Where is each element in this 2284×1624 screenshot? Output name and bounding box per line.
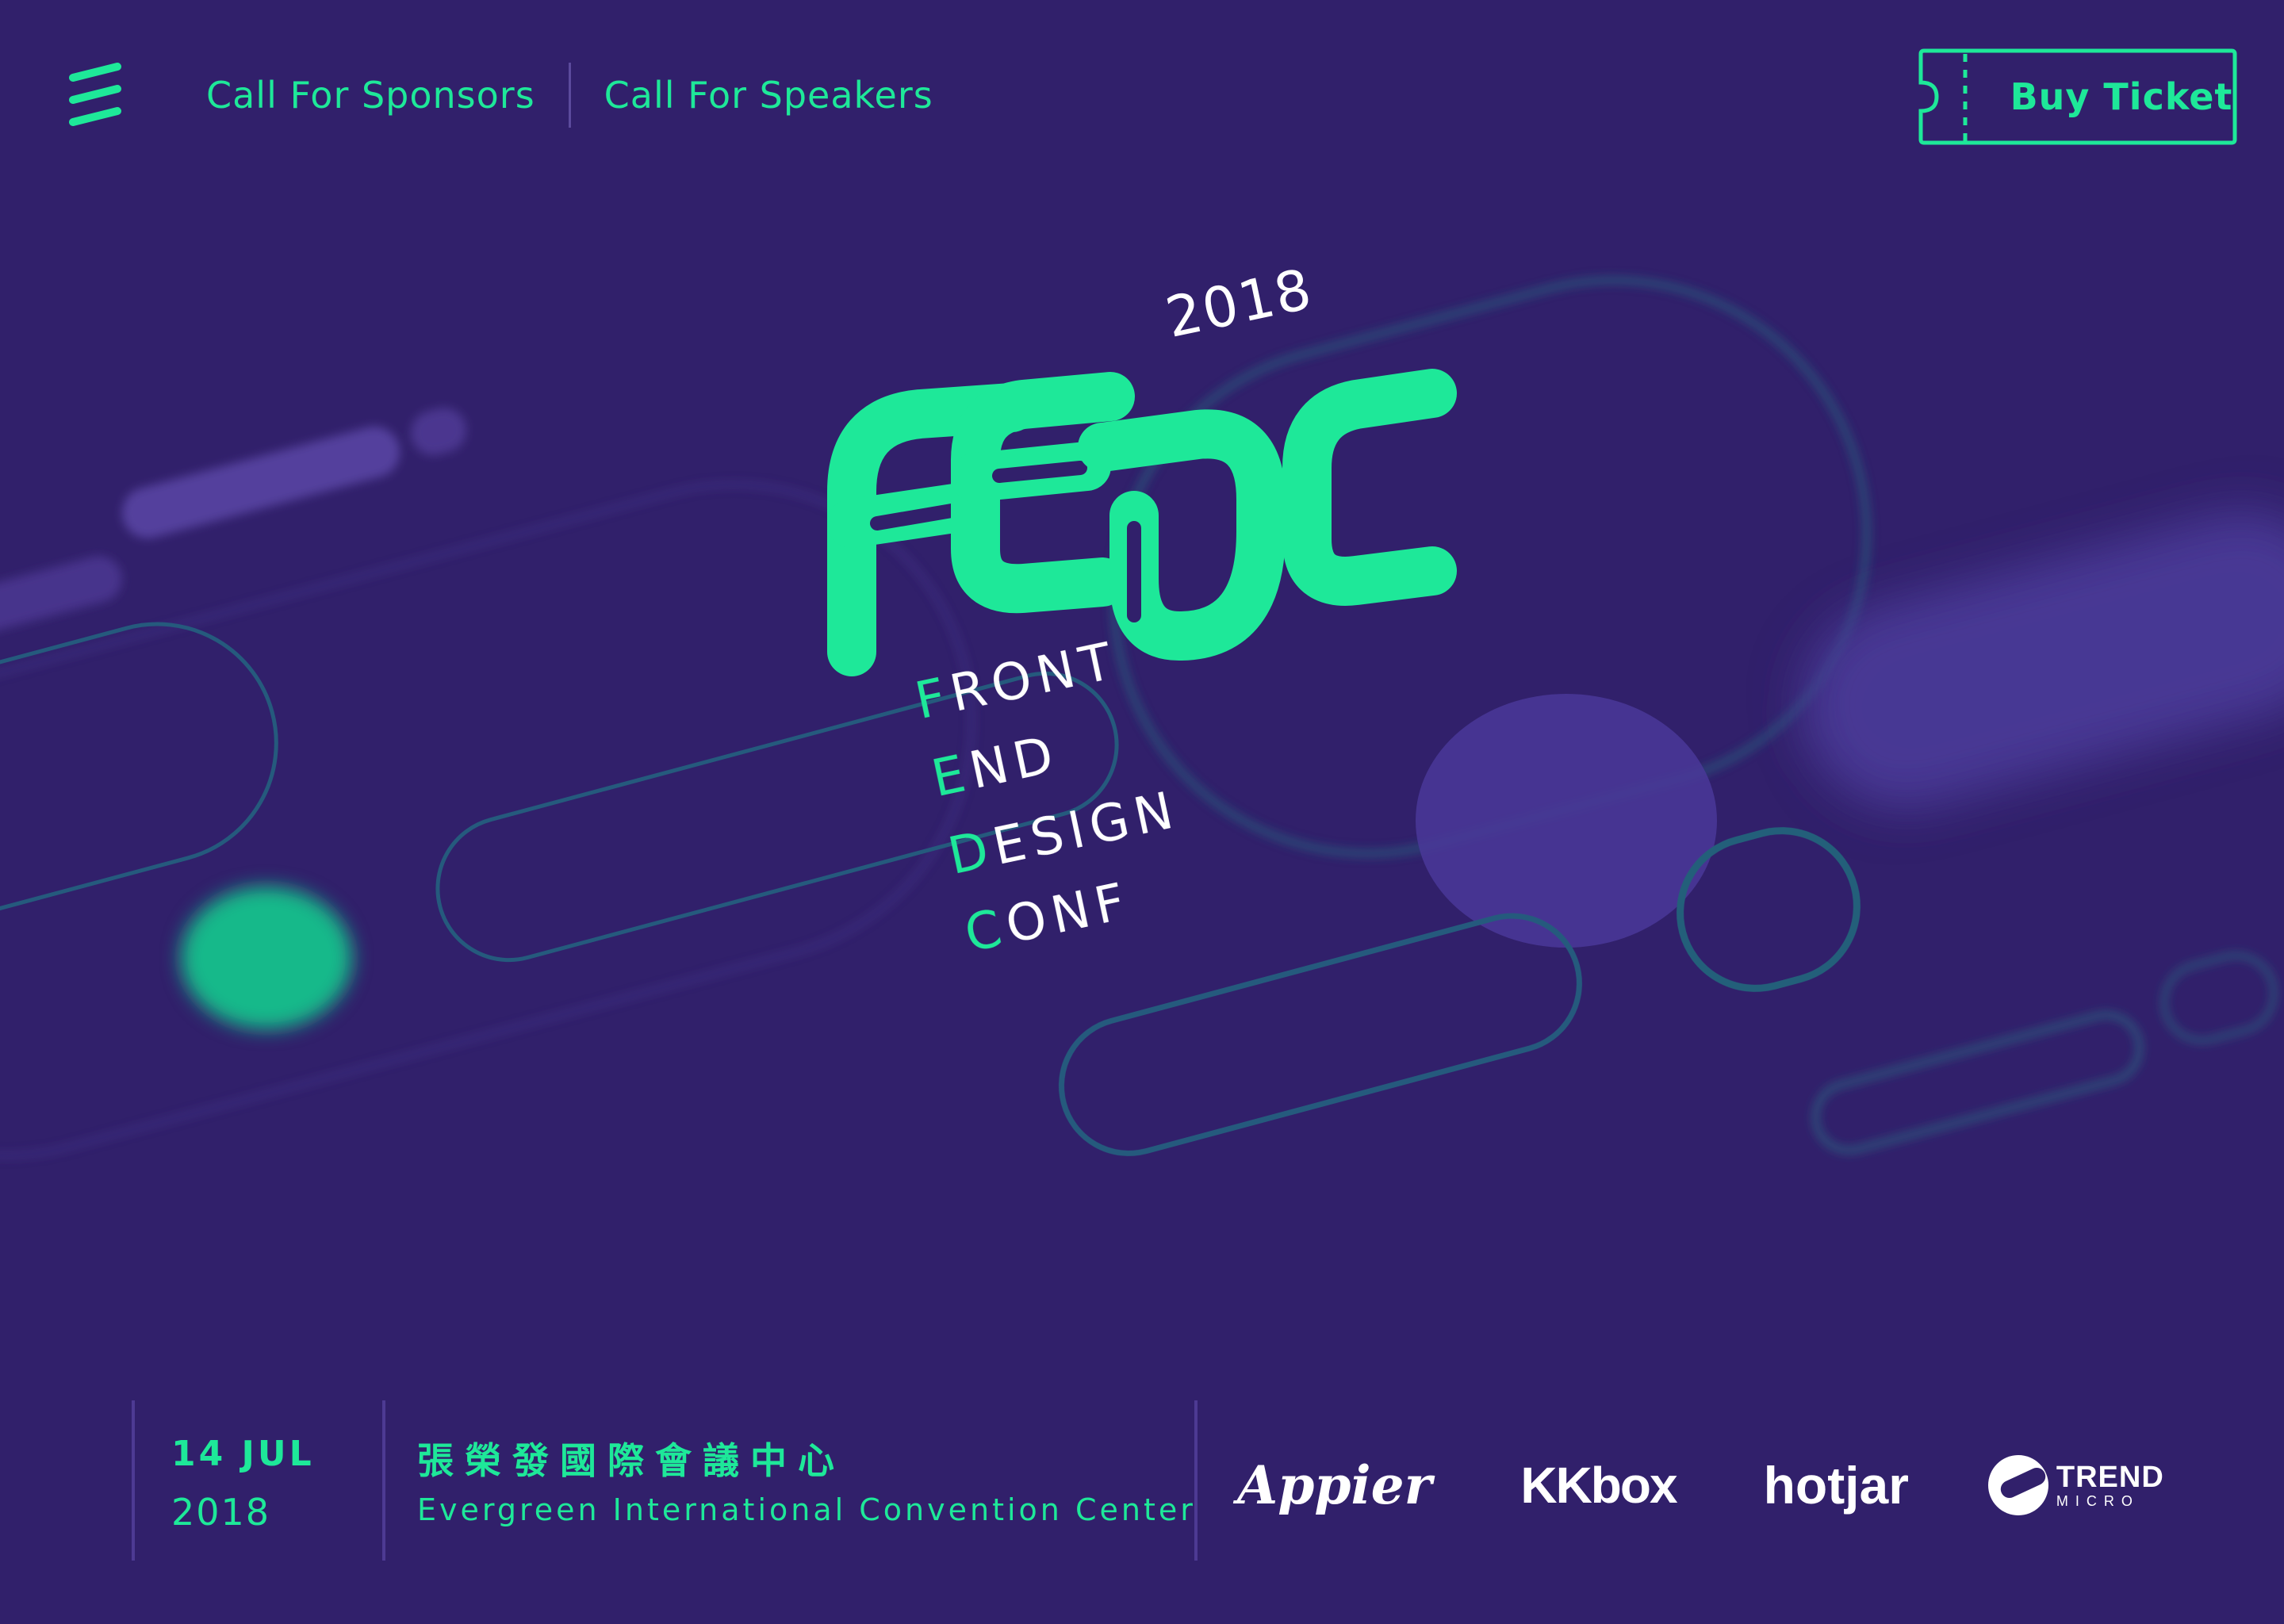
logo-letter-c: [1282, 369, 1457, 606]
deco-dot: [411, 408, 466, 455]
footer-divider: [382, 1400, 385, 1561]
trend-micro-sub: MICRO: [2056, 1493, 2140, 1509]
nav-call-for-speakers[interactable]: Call For Speakers: [604, 74, 933, 117]
sponsor-trend-micro-logo[interactable]: TREND MICRO: [1987, 1455, 2164, 1515]
event-date-year: 2018: [171, 1491, 271, 1534]
deco-capsule-outline: [1812, 1012, 2143, 1154]
deco-soft-circle: [1416, 694, 1717, 948]
sponsor-kkbox-logo[interactable]: KKbox: [1520, 1456, 1677, 1515]
deco-capsule-outline: [2161, 952, 2277, 1044]
menu-icon[interactable]: [65, 62, 125, 128]
trend-micro-wordmark: TREND MICRO: [2056, 1462, 2164, 1508]
logo-letter-e: [951, 372, 1135, 614]
sponsor-hotjar-logo[interactable]: hotjar: [1764, 1455, 1909, 1515]
trend-micro-icon: [1987, 1455, 2048, 1515]
venue-name-english: Evergreen International Convention Cente…: [417, 1492, 1196, 1527]
sponsor-logos: Appier KKbox hotjar TREND MICRO: [1237, 1442, 2164, 1529]
trend-micro-main: TREND: [2056, 1461, 2164, 1494]
top-nav: Call For Sponsors Call For Speakers: [206, 62, 933, 128]
footer-divider: [1194, 1400, 1198, 1561]
deco-blurred-pill: [1802, 511, 2284, 809]
sponsor-appier-logo[interactable]: Appier: [1237, 1454, 1431, 1516]
nav-call-for-sponsors[interactable]: Call For Sponsors: [206, 74, 535, 117]
fedc-logo: [827, 369, 1457, 676]
deco-capsule: [122, 427, 400, 538]
nav-divider: [568, 63, 571, 128]
buy-ticket-label: Buy Ticket: [2010, 75, 2233, 118]
deco-green-blob: [181, 887, 352, 1029]
footer-divider: [132, 1400, 135, 1561]
buy-ticket-button[interactable]: Buy Ticket: [1918, 48, 2238, 146]
event-date-day: 14 JUL: [171, 1434, 315, 1474]
venue-name-chinese: 張榮發國際會議中心: [417, 1439, 845, 1482]
logo-letter-d: [1078, 409, 1286, 661]
landing-page: Call For Sponsors Call For Speakers Buy …: [0, 0, 2284, 1624]
